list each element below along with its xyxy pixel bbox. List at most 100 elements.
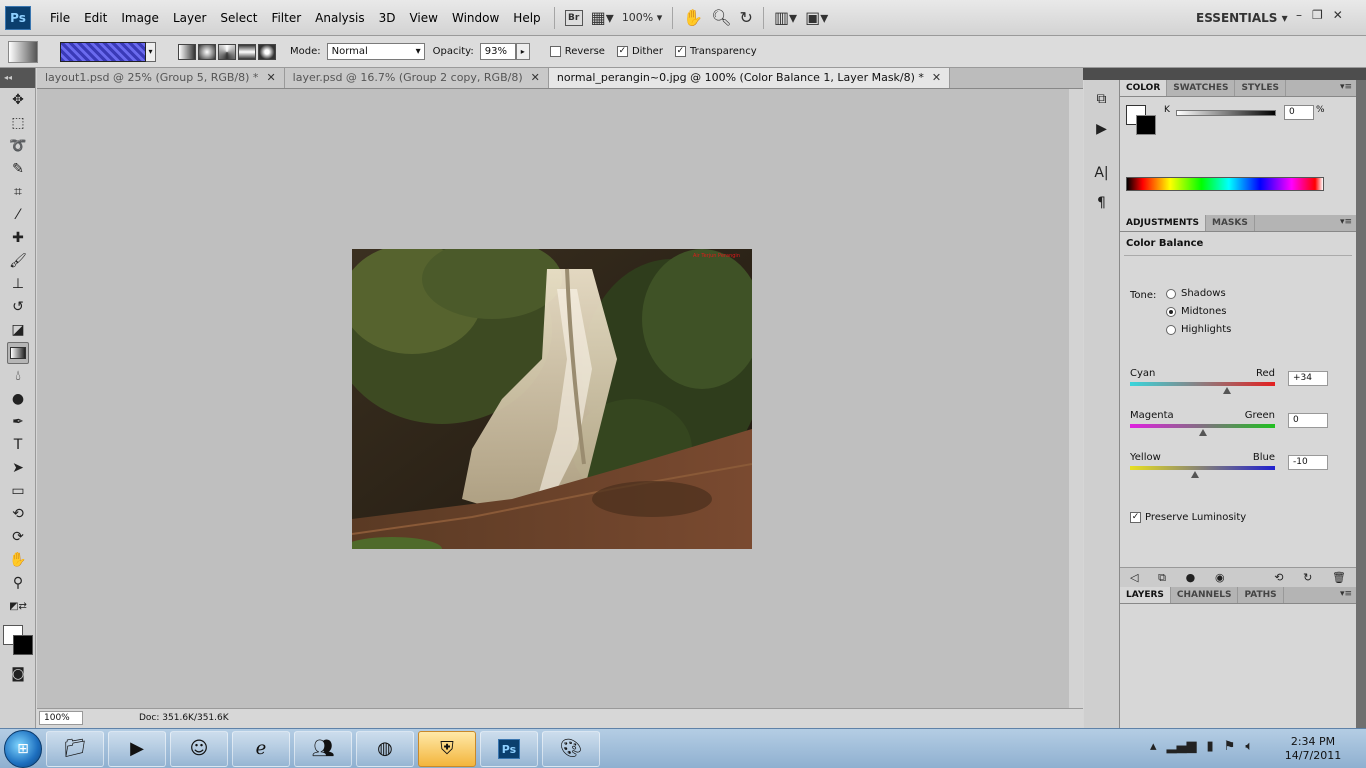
back-arrow-icon[interactable]: ◁: [1130, 571, 1138, 584]
menu-file[interactable]: File: [43, 11, 77, 25]
magenta-green-thumb[interactable]: [1198, 429, 1207, 436]
trash-icon[interactable]: 🗑︎: [1332, 571, 1346, 584]
restore-icon[interactable]: ❐: [1312, 8, 1323, 22]
opacity-slider-button[interactable]: ▸: [515, 43, 530, 60]
swap-colors-icon[interactable]: ◩⇄: [7, 595, 29, 617]
bridge-button[interactable]: Br: [564, 9, 583, 26]
arrange-documents-icon[interactable]: ▥▾: [774, 8, 797, 28]
history-panel-icon[interactable]: ⧉: [1090, 88, 1114, 110]
lasso-tool-icon[interactable]: ➰: [7, 135, 29, 157]
cyan-red-input[interactable]: +34: [1288, 371, 1328, 386]
blend-mode-select[interactable]: Normal: [326, 43, 425, 60]
preserve-luminosity-checkbox[interactable]: ✓: [1130, 512, 1141, 523]
workspace-switcher[interactable]: ESSENTIALS ▾: [1196, 11, 1288, 25]
volume-icon[interactable]: 🔈︎: [1245, 739, 1253, 754]
yellow-blue-input[interactable]: -10: [1288, 455, 1328, 470]
dodge-tool-icon[interactable]: ●: [7, 388, 29, 410]
reverse-checkbox[interactable]: [549, 46, 561, 57]
clip-to-layer-icon[interactable]: ●: [1186, 571, 1196, 584]
close-icon[interactable]: ✕: [1333, 8, 1343, 22]
magenta-green-track[interactable]: [1130, 424, 1275, 428]
menu-view[interactable]: View: [402, 11, 444, 25]
tab-color[interactable]: COLOR: [1120, 80, 1168, 96]
tab-swatches[interactable]: SWATCHES: [1167, 80, 1236, 96]
k-channel-slider[interactable]: [1176, 110, 1276, 116]
3d-rotate-tool-icon[interactable]: ⟲: [7, 503, 29, 525]
quick-mask-icon[interactable]: ◙: [7, 663, 29, 685]
document-tab[interactable]: layout1.psd @ 25% (Group 5, RGB/8) * ✕: [37, 68, 285, 88]
midtones-radio[interactable]: [1166, 306, 1176, 317]
yahoo-messenger-taskbar-icon[interactable]: ☺: [170, 730, 228, 767]
tools-panel-header[interactable]: ◂◂: [0, 68, 35, 88]
background-color-swatch[interactable]: [13, 635, 33, 655]
rotate-view-icon[interactable]: ↻: [740, 8, 753, 28]
brush-tool-icon[interactable]: 🖌︎: [7, 250, 29, 272]
start-button[interactable]: ⊞: [4, 729, 42, 768]
contacts-taskbar-icon[interactable]: 👥︎: [294, 730, 352, 767]
diamond-gradient-icon[interactable]: [258, 43, 276, 60]
tone-option-shadows[interactable]: Shadows: [1166, 288, 1226, 299]
menu-help[interactable]: Help: [506, 11, 547, 25]
vertical-scrollbar[interactable]: [1069, 89, 1083, 708]
signal-strength-icon[interactable]: ▂▄▆: [1167, 739, 1197, 754]
taskbar-clock[interactable]: 2:34 PM 14/7/2011: [1278, 735, 1348, 763]
mini-bridge-icon[interactable]: ▦▾: [591, 8, 614, 28]
preserve-luminosity-row[interactable]: ✓ Preserve Luminosity: [1130, 512, 1246, 523]
tab-layers[interactable]: LAYERS: [1120, 587, 1171, 603]
paint-taskbar-icon[interactable]: 🎨︎: [542, 730, 600, 767]
menu-analysis[interactable]: Analysis: [308, 11, 371, 25]
menu-window[interactable]: Window: [445, 11, 506, 25]
security-taskbar-icon[interactable]: ⛨: [418, 730, 476, 767]
hand-tool-icon[interactable]: ✋: [683, 8, 703, 28]
marquee-tool-icon[interactable]: ⬚: [7, 112, 29, 134]
explorer-taskbar-icon[interactable]: 📁︎: [46, 730, 104, 767]
panel-menu-icon[interactable]: ▾≡: [1340, 82, 1352, 92]
pen-tool-icon[interactable]: ✒: [7, 411, 29, 433]
tab-channels[interactable]: CHANNELS: [1171, 587, 1239, 603]
yellow-blue-thumb[interactable]: [1191, 471, 1200, 478]
magenta-green-input[interactable]: 0: [1288, 413, 1328, 428]
photoshop-taskbar-icon[interactable]: Ps: [480, 730, 538, 767]
document-tab-active[interactable]: normal_perangin~0.jpg @ 100% (Color Bala…: [548, 68, 951, 88]
menu-select[interactable]: Select: [213, 11, 264, 25]
panel-dock-header[interactable]: [1083, 68, 1366, 80]
menu-layer[interactable]: Layer: [166, 11, 213, 25]
panel-menu-icon[interactable]: ▾≡: [1340, 217, 1352, 227]
zoom-level-select[interactable]: 100% ▾: [622, 8, 662, 28]
menu-filter[interactable]: Filter: [264, 11, 308, 25]
reflected-gradient-icon[interactable]: [238, 43, 256, 60]
panel-background-swatch[interactable]: [1136, 115, 1156, 135]
eyedropper-tool-icon[interactable]: ⁄: [7, 204, 29, 226]
document-tab[interactable]: layer.psd @ 16.7% (Group 2 copy, RGB/8) ✕: [284, 68, 549, 88]
3d-orbit-tool-icon[interactable]: ⟳: [7, 526, 29, 548]
gradient-picker-dropdown[interactable]: ▾: [146, 41, 156, 62]
menu-edit[interactable]: Edit: [77, 11, 114, 25]
tab-masks[interactable]: MASKS: [1206, 215, 1255, 231]
media-player-taskbar-icon[interactable]: ▶: [108, 730, 166, 767]
tab-styles[interactable]: STYLES: [1235, 80, 1286, 96]
shadows-radio[interactable]: [1166, 288, 1176, 299]
quick-selection-tool-icon[interactable]: ✎: [7, 158, 29, 180]
tone-option-highlights[interactable]: Highlights: [1166, 324, 1231, 335]
paragraph-panel-icon[interactable]: ¶: [1090, 192, 1114, 214]
menu-3d[interactable]: 3D: [372, 11, 403, 25]
color-ramp[interactable]: [1126, 177, 1324, 191]
blur-tool-icon[interactable]: 💧︎: [7, 365, 29, 387]
expand-view-icon[interactable]: ⧉: [1158, 571, 1166, 585]
tab-paths[interactable]: PATHS: [1238, 587, 1284, 603]
visibility-eye-icon[interactable]: ◉: [1215, 571, 1225, 584]
dither-checkbox[interactable]: ✓: [616, 46, 628, 57]
radial-gradient-icon[interactable]: [198, 43, 216, 60]
view-previous-state-icon[interactable]: ⟲: [1274, 571, 1283, 584]
hand-tool-icon[interactable]: ✋: [7, 549, 29, 571]
screen-mode-icon[interactable]: ▣▾: [805, 8, 828, 28]
zoom-tool-icon[interactable]: 🔍︎: [711, 8, 731, 28]
close-tab-icon[interactable]: ✕: [531, 71, 540, 84]
internet-explorer-taskbar-icon[interactable]: ℯ: [232, 730, 290, 767]
waterfall-photo[interactable]: Air Terjun Perangin: [352, 249, 752, 549]
minimize-icon[interactable]: –: [1296, 8, 1302, 22]
shape-tool-icon[interactable]: ▭: [7, 480, 29, 502]
tab-adjustments[interactable]: ADJUSTMENTS: [1120, 215, 1206, 231]
tool-preset-picker[interactable]: [8, 40, 38, 63]
transparency-checkbox[interactable]: ✓: [674, 46, 686, 57]
